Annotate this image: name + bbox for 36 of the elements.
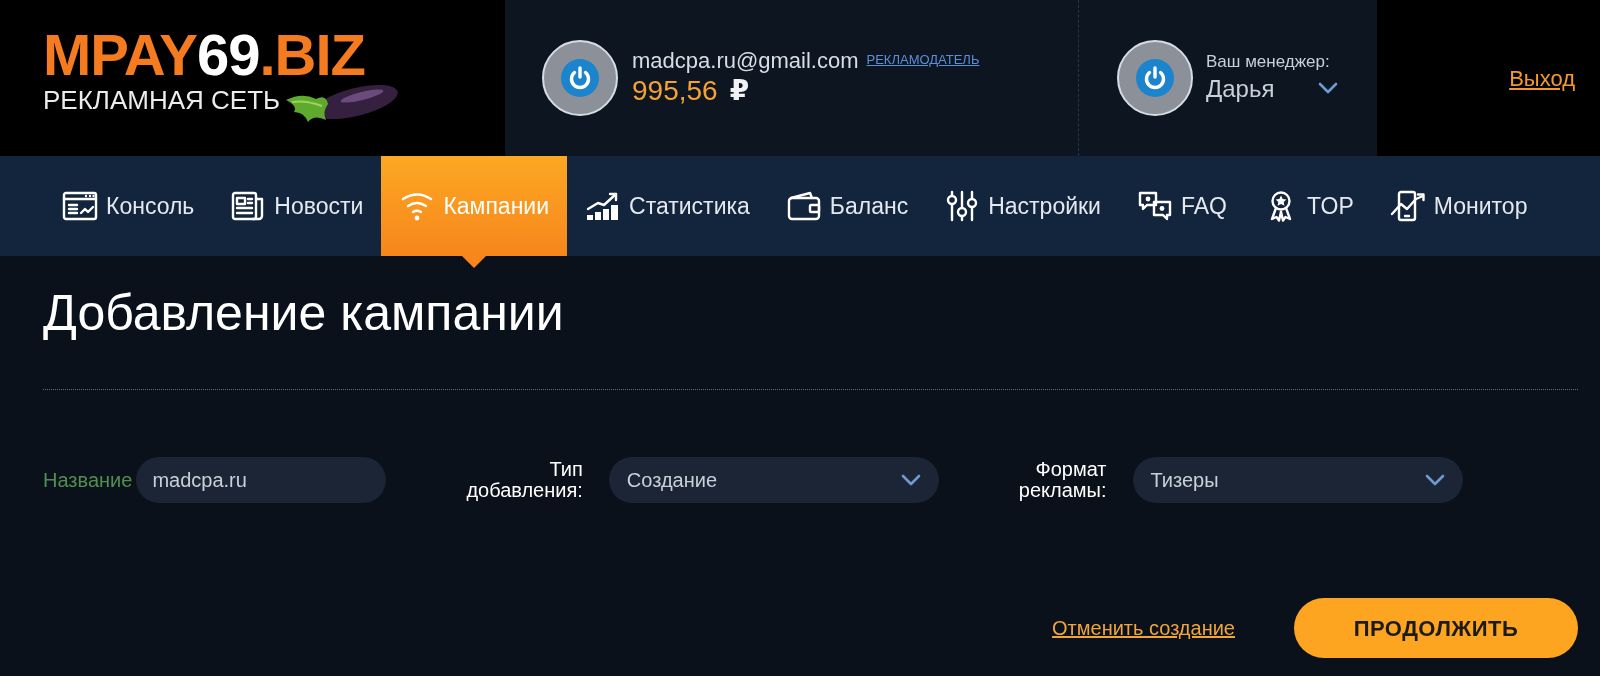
logout-link[interactable]: Выход (1509, 61, 1575, 95)
select-field[interactable]: Тизеры (1132, 457, 1463, 503)
chevron-down-icon (900, 474, 921, 486)
page-title: Добавление кампании (43, 284, 565, 343)
nav-tab[interactable]: Консоль (44, 156, 213, 256)
nav-tab[interactable]: Баланс (767, 156, 927, 256)
manager-name: Дарья (1206, 73, 1275, 104)
power-icon (1116, 39, 1194, 117)
manager-label: Ваш менеджер: (1206, 52, 1331, 73)
currency-sign: ₽ (729, 74, 750, 108)
role-link[interactable]: РЕКЛАМОДАТЕЛЬ (866, 50, 980, 70)
chevron-down-icon[interactable] (1318, 82, 1339, 95)
browser-window-icon (62, 190, 98, 222)
nav-tab[interactable]: TOP (1244, 156, 1372, 256)
field-label: Формат рекламы: (1018, 459, 1107, 501)
continue-button[interactable]: ПРОДОЛЖИТЬ (1294, 598, 1578, 658)
wallet-icon (785, 190, 822, 222)
nav-tab[interactable]: Новости (212, 156, 382, 256)
nav-tab[interactable]: FAQ (1118, 156, 1245, 256)
field-label: Название (43, 468, 133, 493)
balance-amount: 995,56 (632, 74, 718, 108)
phone-chart-icon (1389, 190, 1426, 222)
nav-tab[interactable]: Статистика (567, 156, 768, 256)
cancel-link[interactable]: Отменить создание (1052, 613, 1235, 643)
user-email: madcpa.ru@gmail.com (632, 48, 859, 75)
select-field[interactable]: Создание (608, 457, 939, 503)
nav-tab[interactable]: Настройки (926, 156, 1119, 256)
nav-tab[interactable]: Монитор (1371, 156, 1546, 256)
logo-wordmark: MPAY69.BIZ (43, 30, 366, 80)
logo-tagline: РЕКЛАМНАЯ СЕТЬ (43, 85, 281, 115)
chat-bubbles-icon (1136, 190, 1173, 222)
power-icon (541, 39, 619, 117)
tab-pointer-icon (462, 256, 487, 268)
field-label: Тип добавления: (466, 459, 583, 501)
chevron-down-icon (1424, 474, 1445, 486)
text-field[interactable]: madcpa.ru (136, 457, 387, 503)
